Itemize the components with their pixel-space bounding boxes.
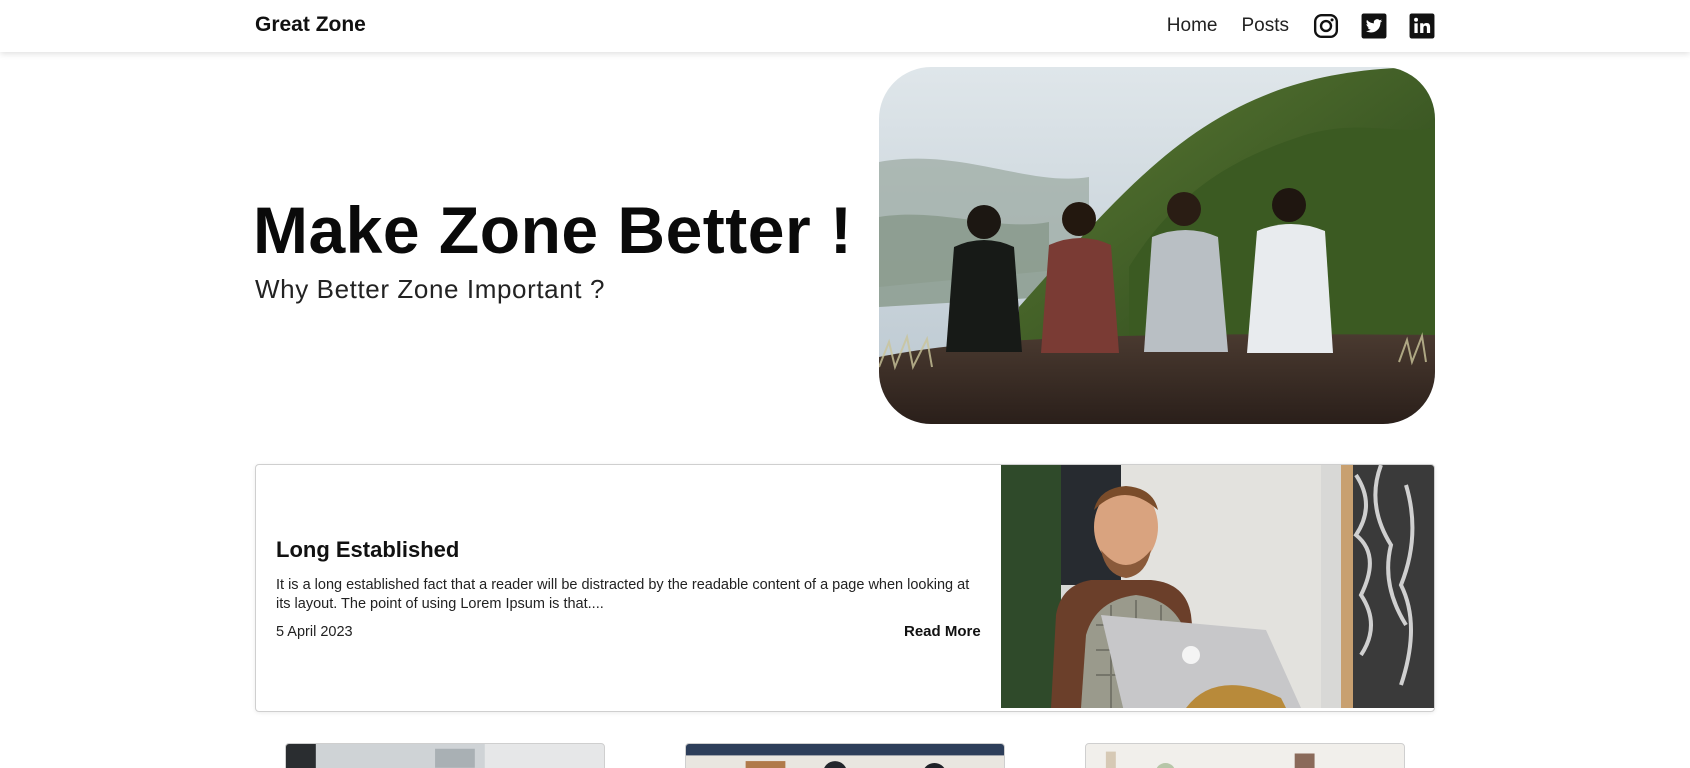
post-date: 5 April 2023: [276, 624, 353, 640]
hero-title: Make Zone Better !: [253, 193, 853, 267]
twitter-icon[interactable]: [1361, 13, 1387, 39]
post-image: [1001, 465, 1434, 708]
linkedin-icon[interactable]: [1409, 13, 1435, 39]
hero-image: [879, 67, 1435, 424]
brand-logo[interactable]: Great Zone: [255, 13, 366, 37]
post-excerpt: It is a long established fact that a rea…: [276, 577, 970, 612]
post-card-thumbnail[interactable]: [685, 743, 1005, 768]
post-title[interactable]: Long Established: [276, 537, 459, 563]
navbar: Great Zone Home Posts: [0, 0, 1690, 52]
featured-post-card[interactable]: Long Established It is a long establishe…: [255, 464, 1435, 712]
post-card-thumbnail[interactable]: [285, 743, 605, 768]
nav-link-home[interactable]: Home: [1167, 15, 1218, 37]
read-more-link[interactable]: Read More: [904, 623, 981, 640]
nav-link-posts[interactable]: Posts: [1241, 15, 1289, 37]
instagram-icon[interactable]: [1313, 13, 1339, 39]
post-card-thumbnail[interactable]: [1085, 743, 1405, 768]
hero-subtitle: Why Better Zone Important ?: [255, 274, 606, 304]
nav-links: Home Posts: [1167, 8, 1435, 44]
